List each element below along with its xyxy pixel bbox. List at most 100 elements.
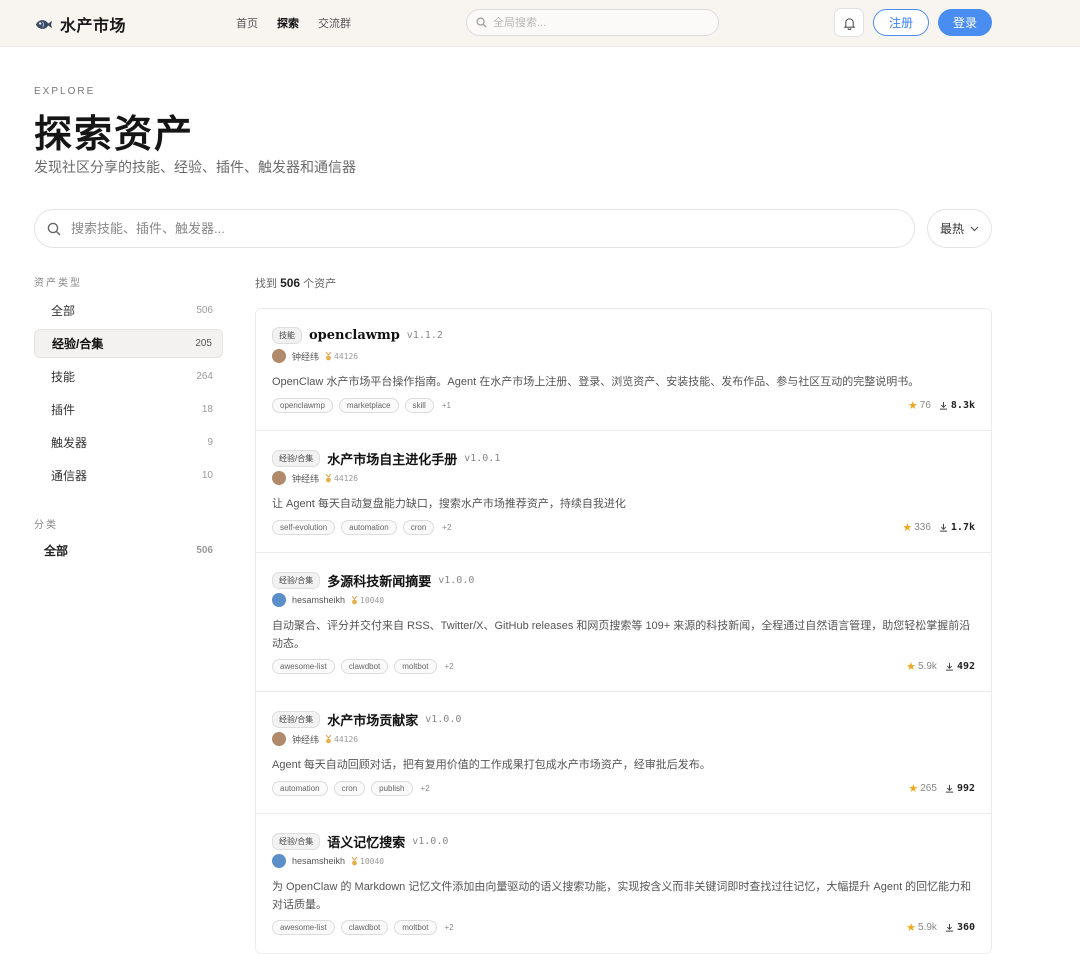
author-name[interactable]: hesamsheikh [292, 856, 345, 866]
download-count: 8.3k [939, 400, 975, 411]
author-name[interactable]: 钟经纬 [292, 350, 319, 363]
filter-count: 9 [207, 437, 213, 448]
tag[interactable]: moltbot [394, 920, 437, 935]
medal-icon [325, 351, 332, 360]
asset-search[interactable] [34, 209, 915, 248]
more-tags[interactable]: +2 [440, 523, 451, 532]
download-value: 492 [956, 661, 975, 672]
filter-label: 触发器 [51, 436, 88, 450]
author-name[interactable]: 钟经纬 [292, 472, 319, 485]
download-count: 492 [945, 661, 975, 672]
avatar[interactable] [272, 854, 286, 868]
medal-icon [351, 856, 358, 865]
type-filter-trigger[interactable]: 触发器 9 [34, 428, 223, 457]
more-tags[interactable]: +2 [419, 784, 430, 793]
tag[interactable]: awesome-list [272, 659, 335, 674]
nav-community[interactable]: 交流群 [318, 15, 351, 31]
avatar[interactable] [272, 471, 286, 485]
sort-dropdown[interactable]: 最热 [927, 209, 992, 248]
asset-version: v1.1.2 [406, 330, 443, 341]
asset-name[interactable]: 多源科技新闻摘要 [327, 571, 431, 590]
card-footer: automation cron publish +2 ★ 265 992 [272, 781, 975, 796]
tag[interactable]: cron [402, 520, 435, 535]
star-count: ★ 5.9k [906, 660, 937, 673]
reputation-score: 10040 [360, 856, 385, 866]
category-heading: 分类 [34, 520, 58, 531]
nav-explore[interactable]: 探索 [277, 15, 299, 31]
asset-stats: ★ 5.9k 360 [906, 921, 975, 934]
medal-icon [325, 734, 332, 743]
star-icon: ★ [906, 661, 917, 673]
filter-count: 264 [196, 371, 213, 382]
tag[interactable]: awesome-list [272, 920, 335, 935]
star-count: ★ 265 [908, 782, 937, 795]
asset-name[interactable]: 语义记忆搜索 [327, 832, 405, 851]
category-filter-all[interactable]: 全部 506 [34, 536, 223, 565]
filter-count: 506 [196, 305, 213, 316]
asset-name[interactable]: openclawmp [309, 328, 400, 343]
asset-card[interactable]: 经验/合集 水产市场贡献家 v1.0.0 钟经纬 44126 Agent 每天自… [256, 692, 991, 814]
download-icon [945, 662, 954, 671]
card-header: 经验/合集 水产市场贡献家 v1.0.0 [272, 710, 461, 729]
asset-search-input[interactable] [71, 221, 871, 236]
type-filter-communicator[interactable]: 通信器 10 [34, 461, 223, 490]
tag[interactable]: moltbot [394, 659, 437, 674]
tag[interactable]: publish [371, 781, 413, 796]
filter-count: 18 [201, 404, 213, 415]
more-tags[interactable]: +2 [443, 662, 454, 671]
type-badge: 经验/合集 [272, 711, 321, 728]
author-name[interactable]: hesamsheikh [292, 595, 345, 605]
global-search[interactable] [466, 9, 719, 36]
star-count: ★ 76 [908, 399, 931, 412]
global-search-input[interactable] [493, 16, 693, 29]
download-count: 360 [945, 922, 975, 933]
type-badge: 经验/合集 [272, 450, 321, 467]
star-icon: ★ [906, 922, 917, 934]
card-footer: awesome-list clawdbot moltbot +2 ★ 5.9k 360 [272, 920, 975, 935]
tag[interactable]: cron [333, 781, 366, 796]
avatar[interactable] [272, 732, 286, 746]
tag-list: openclawmp marketplace skill +1 [272, 398, 451, 413]
nav-home[interactable]: 首页 [236, 15, 258, 31]
type-filter-experience[interactable]: 经验/合集 205 [34, 329, 223, 358]
filter-label: 技能 [51, 370, 76, 384]
asset-card[interactable]: 经验/合集 语义记忆搜索 v1.0.0 hesamsheikh 10040 为 … [256, 814, 991, 953]
asset-name[interactable]: 水产市场贡献家 [327, 710, 418, 729]
sort-label: 最热 [939, 222, 964, 236]
asset-stats: ★ 76 8.3k [908, 399, 975, 412]
notifications-button[interactable] [834, 8, 864, 37]
type-filter-skill[interactable]: 技能 264 [34, 362, 223, 391]
asset-name[interactable]: 水产市场自主进化手册 [327, 449, 457, 468]
more-tags[interactable]: +2 [443, 923, 454, 932]
asset-stats: ★ 5.9k 492 [906, 660, 975, 673]
tag[interactable]: automation [341, 520, 397, 535]
login-button[interactable]: 登录 [938, 9, 992, 36]
search-icon [476, 17, 487, 28]
type-filter-plugin[interactable]: 插件 18 [34, 395, 223, 424]
tag[interactable]: clawdbot [340, 659, 389, 674]
brand[interactable]: 水产市场 [34, 12, 126, 36]
tag[interactable]: skill [404, 398, 434, 413]
asset-description: OpenClaw 水产市场平台操作指南。Agent 在水产市场上注册、登录、浏览… [272, 376, 920, 388]
tag[interactable]: marketplace [338, 398, 399, 413]
avatar[interactable] [272, 593, 286, 607]
register-button[interactable]: 注册 [873, 9, 929, 36]
author-row: hesamsheikh 10040 [272, 593, 384, 607]
avatar[interactable] [272, 349, 286, 363]
tag[interactable]: openclawmp [272, 398, 333, 413]
tag[interactable]: automation [272, 781, 328, 796]
type-filter-all[interactable]: 全部 506 [34, 296, 223, 325]
category-list: 全部 506 [34, 536, 223, 569]
download-icon [945, 784, 954, 793]
tag[interactable]: self-evolution [272, 520, 336, 535]
asset-stats: ★ 265 992 [908, 782, 975, 795]
asset-card[interactable]: 技能 openclawmp v1.1.2 钟经纬 44126 OpenClaw … [256, 309, 991, 431]
author-name[interactable]: 钟经纬 [292, 733, 319, 746]
tag[interactable]: clawdbot [340, 920, 389, 935]
asset-card[interactable]: 经验/合集 水产市场自主进化手册 v1.0.1 钟经纬 44126 让 Agen… [256, 431, 991, 553]
star-icon: ★ [908, 783, 919, 795]
more-tags[interactable]: +1 [440, 401, 451, 410]
result-prefix: 找到 [255, 278, 277, 290]
asset-card[interactable]: 经验/合集 多源科技新闻摘要 v1.0.0 hesamsheikh 10040 … [256, 553, 991, 692]
asset-version: v1.0.0 [425, 714, 462, 725]
